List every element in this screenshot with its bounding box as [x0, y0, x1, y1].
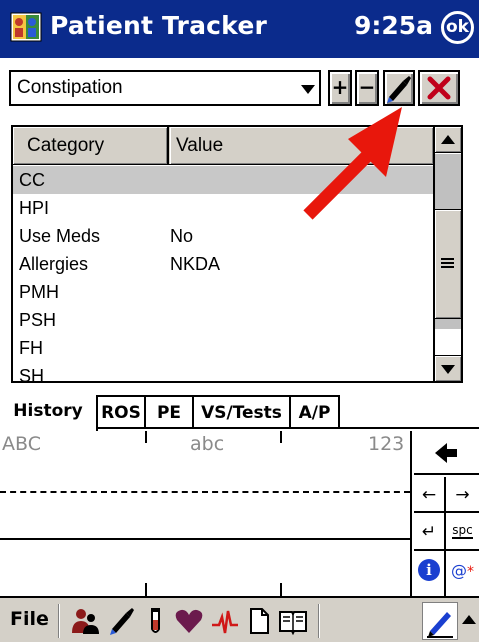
- cell-value: NKDA: [170, 254, 221, 274]
- input-keypad: ← → ↵ spc i @*: [414, 431, 479, 596]
- baseline-guide: [0, 538, 410, 540]
- grip-icon: [441, 258, 454, 268]
- cell-category: PMH: [19, 282, 59, 302]
- app-title: Patient Tracker: [50, 11, 268, 40]
- app-logo-icon: [10, 12, 42, 42]
- command-bar: File: [0, 596, 479, 642]
- tab-vs-tests[interactable]: VS/Tests: [194, 395, 291, 429]
- pen-icon: [387, 76, 411, 103]
- category-table: Category Value CC HPI Use Meds No Allergies N…: [11, 125, 463, 383]
- separator: [58, 604, 60, 638]
- table-row[interactable]: FH: [13, 334, 433, 362]
- test-tube-icon[interactable]: [140, 607, 170, 635]
- uppercase-zone-label: ABC: [2, 433, 41, 455]
- arrow-down-icon: [441, 365, 455, 374]
- tab-ap[interactable]: A/P: [291, 395, 340, 429]
- space-key[interactable]: spc: [446, 513, 479, 551]
- document-icon[interactable]: [244, 607, 274, 635]
- table-header: Category Value: [13, 127, 433, 165]
- arrow-up-icon: [462, 615, 476, 624]
- dropdown-value: Constipation: [17, 77, 123, 98]
- clock[interactable]: 9:25a: [354, 11, 433, 40]
- scroll-thumb[interactable]: [435, 209, 461, 319]
- zone-divider: [280, 431, 282, 443]
- lowercase-zone-label: abc: [190, 433, 225, 455]
- cell-category: CC: [19, 170, 45, 190]
- input-panel-button[interactable]: [422, 602, 458, 640]
- arrow-up-icon: [441, 135, 455, 144]
- cursor-left-key[interactable]: ←: [414, 477, 446, 513]
- pen-input-icon: [427, 612, 453, 638]
- separator: [318, 604, 320, 638]
- zone-divider: [145, 583, 147, 596]
- table-row[interactable]: HPI: [13, 194, 433, 222]
- tab-bar: History ROS PE VS/Tests A/P: [0, 395, 479, 431]
- edit-button[interactable]: [383, 70, 415, 106]
- heart-icon[interactable]: [174, 607, 204, 635]
- delete-button[interactable]: [418, 70, 460, 106]
- cell-value: No: [170, 226, 194, 246]
- backspace-arrow-icon: [434, 443, 457, 463]
- backspace-key[interactable]: [414, 431, 479, 475]
- table-row[interactable]: PMH: [13, 278, 433, 306]
- table-row[interactable]: Use Meds No: [13, 222, 433, 250]
- book-icon[interactable]: [278, 607, 308, 635]
- number-zone-label: 123: [368, 433, 405, 455]
- title-bar: Patient Tracker 9:25a ok: [0, 0, 479, 58]
- chevron-down-icon: [301, 85, 315, 94]
- file-menu[interactable]: File: [10, 608, 49, 630]
- remove-button[interactable]: −: [355, 70, 379, 106]
- tab-history[interactable]: History: [0, 395, 98, 431]
- scroll-down-button[interactable]: [435, 355, 461, 381]
- zone-divider: [145, 431, 147, 443]
- table-row[interactable]: PSH: [13, 306, 433, 334]
- info-key[interactable]: i: [414, 551, 446, 596]
- zone-divider: [280, 583, 282, 596]
- ok-button[interactable]: ok: [441, 11, 474, 44]
- symbol-key-label: @: [451, 561, 467, 580]
- cursor-right-key[interactable]: →: [446, 477, 479, 513]
- medication-icon[interactable]: [106, 607, 136, 635]
- vertical-scrollbar[interactable]: [433, 127, 461, 381]
- table-row[interactable]: CC: [13, 166, 433, 194]
- midline-guide: [0, 491, 410, 493]
- asterisk-icon: *: [467, 564, 474, 580]
- input-panel-menu-button[interactable]: [459, 602, 479, 640]
- tab-pe[interactable]: PE: [146, 395, 194, 429]
- cell-category: HPI: [19, 198, 50, 218]
- cell-category: Use Meds: [19, 226, 101, 246]
- column-header-category[interactable]: Category: [13, 127, 169, 164]
- handwriting-input-area[interactable]: ABC abc 123: [0, 431, 412, 596]
- add-button[interactable]: +: [328, 70, 352, 106]
- column-header-value[interactable]: Value: [170, 127, 433, 164]
- patients-icon[interactable]: [70, 607, 100, 635]
- table-row[interactable]: SH: [13, 362, 433, 383]
- table-body: CC HPI Use Meds No Allergies NKDA PMH PSH FH SH: [13, 166, 433, 383]
- ecg-icon[interactable]: [210, 607, 240, 635]
- enter-key[interactable]: ↵: [414, 513, 446, 551]
- table-row[interactable]: Allergies NKDA: [13, 250, 433, 278]
- tab-ros[interactable]: ROS: [98, 395, 146, 429]
- delete-x-icon: [427, 76, 451, 100]
- cell-category: FH: [19, 338, 43, 358]
- symbol-key[interactable]: @*: [446, 551, 479, 596]
- scroll-up-button[interactable]: [435, 127, 461, 153]
- cell-category: PSH: [19, 310, 57, 330]
- cell-category: Allergies: [19, 254, 89, 274]
- info-icon: i: [418, 559, 440, 581]
- complaint-dropdown[interactable]: Constipation: [9, 70, 321, 106]
- space-key-label: spc: [452, 523, 473, 539]
- cell-category: SH: [19, 366, 45, 383]
